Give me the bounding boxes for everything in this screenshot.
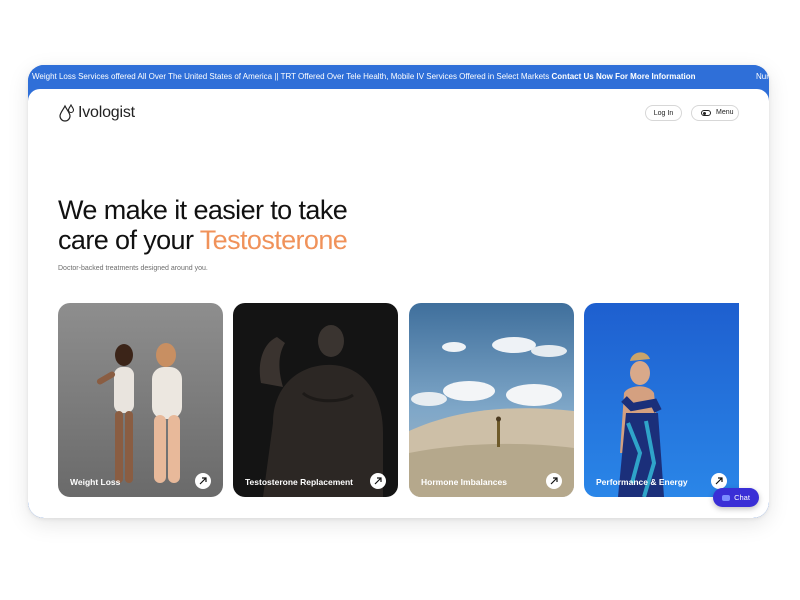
announcement-ticker: Weight Loss Services offered All Over Th… bbox=[28, 65, 769, 89]
ticker-next-text: Nur bbox=[756, 72, 769, 81]
card-label: Performance & Energy bbox=[596, 477, 688, 487]
ticker-text: Weight Loss Services offered All Over Th… bbox=[32, 72, 550, 81]
arrow-up-right-icon[interactable] bbox=[711, 473, 727, 489]
performance-photo bbox=[584, 303, 739, 497]
browser-window: Weight Loss Services offered All Over Th… bbox=[28, 65, 769, 518]
card-weight-loss[interactable]: Weight Loss bbox=[58, 303, 223, 497]
hormone-photo bbox=[409, 303, 574, 497]
logo-wordmark: Ivologist bbox=[78, 104, 135, 121]
card-performance-energy[interactable]: Performance & Energy bbox=[584, 303, 739, 497]
card-hormone-imbalances[interactable]: Hormone Imbalances bbox=[409, 303, 574, 497]
menu-label: Menu bbox=[716, 109, 734, 116]
chat-button[interactable]: Chat bbox=[713, 488, 759, 507]
log-in-button[interactable]: Log In bbox=[645, 105, 682, 121]
menu-button[interactable]: Menu bbox=[691, 105, 739, 121]
headline-line-1: We make it easier to take bbox=[58, 195, 348, 225]
headline-accent: Testosterone bbox=[199, 225, 348, 255]
arrow-up-right-icon[interactable] bbox=[195, 473, 211, 489]
page-content: Ivologist Log In Menu We make it easier … bbox=[28, 89, 769, 518]
toggle-icon bbox=[701, 110, 711, 116]
card-label: Weight Loss bbox=[70, 477, 121, 487]
site-logo[interactable]: Ivologist bbox=[59, 104, 135, 122]
arrow-up-right-icon[interactable] bbox=[546, 473, 562, 489]
hero-subtitle: Doctor-backed treatments designed around… bbox=[58, 265, 208, 272]
droplet-logo-icon bbox=[59, 104, 75, 122]
card-testosterone-replacement[interactable]: Testosterone Replacement bbox=[233, 303, 398, 497]
card-label: Testosterone Replacement bbox=[245, 477, 354, 487]
ticker-contact-link[interactable]: Contact Us Now For More Information bbox=[552, 72, 696, 81]
chat-label: Chat bbox=[734, 493, 750, 502]
testosterone-photo bbox=[233, 303, 398, 497]
card-label: Hormone Imbalances bbox=[421, 477, 507, 487]
hero-headline: We make it easier to take care of your T… bbox=[58, 195, 348, 255]
headline-line-2-prefix: care of your bbox=[58, 225, 200, 255]
weight-loss-photo bbox=[58, 303, 223, 497]
arrow-up-right-icon[interactable] bbox=[370, 473, 386, 489]
chat-icon bbox=[722, 494, 731, 501]
